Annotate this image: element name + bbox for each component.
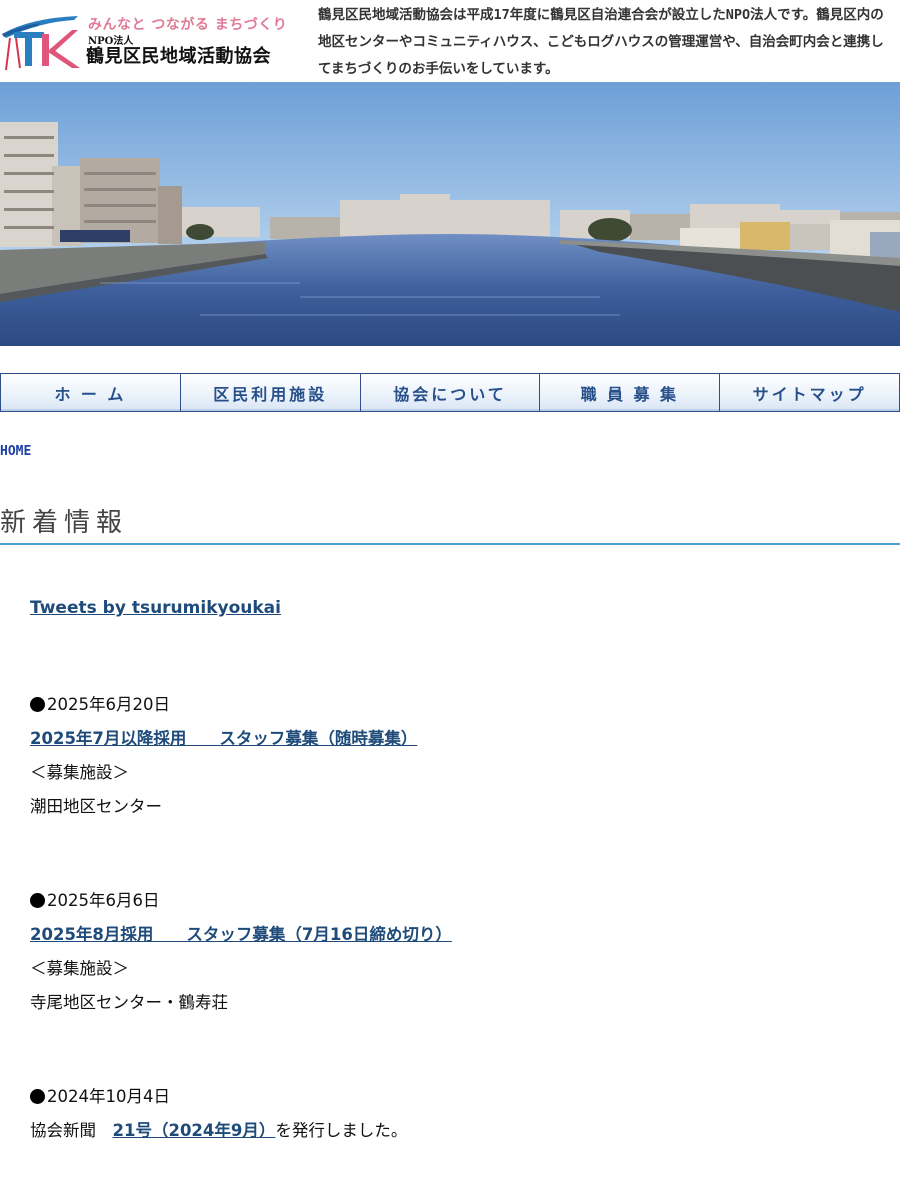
site-header: みんなと つながる まちづくり NPO法人 鶴見区民地域活動協会 鶴見区民地域活…	[0, 0, 900, 82]
nav-about[interactable]: 協会について	[360, 373, 541, 412]
nav-facilities[interactable]: 区民利用施設	[180, 373, 361, 412]
news-item: 2024年10月4日 協会新聞 21号（2024年9月）を発行しました。	[30, 1080, 407, 1148]
page-title: 新着情報	[0, 502, 900, 545]
news-link[interactable]: 2025年7月以降採用 スタッフ募集（随時募集）	[30, 729, 417, 748]
news-date: 2024年10月4日	[47, 1087, 170, 1106]
newsletter-link[interactable]: 21号（2024年9月）	[113, 1121, 276, 1140]
nav-sitemap[interactable]: サイトマップ	[720, 373, 900, 412]
header-description: 鶴見区民地域活動協会は平成17年度に鶴見区自治連合会が設立したNPO法人です。鶴…	[318, 7, 884, 77]
news-date: 2025年6月6日	[47, 891, 160, 910]
breadcrumb-home[interactable]: HOME	[0, 444, 31, 459]
news-date: 2025年6月20日	[47, 695, 170, 714]
logo-tagline: みんなと つながる まちづくり	[88, 17, 288, 33]
bullet-icon	[30, 697, 45, 712]
news-facility: 寺尾地区センター・鶴寿荘	[30, 993, 228, 1012]
nav-home[interactable]: ホ ー ム	[0, 373, 181, 412]
news-item: 2025年6月6日 2025年8月採用 スタッフ募集（7月16日締め切り） ＜募…	[30, 884, 452, 1020]
site-logo[interactable]: みんなと つながる まちづくり NPO法人 鶴見区民地域活動協会	[0, 8, 290, 72]
nav-recruit[interactable]: 職 員 募 集	[540, 373, 721, 412]
bullet-icon	[30, 893, 45, 908]
hero-river-photo	[0, 82, 900, 346]
news-suffix: を発行しました。	[275, 1121, 408, 1140]
news-label: ＜募集施設＞	[30, 763, 129, 782]
main-nav: ホ ー ム 区民利用施設 協会について 職 員 募 集 サイトマップ	[0, 373, 900, 412]
logo-org-name: 鶴見区民地域活動協会	[86, 46, 271, 67]
news-link[interactable]: 2025年8月採用 スタッフ募集（7月16日締め切り）	[30, 925, 452, 944]
news-facility: 潮田地区センター	[30, 797, 162, 816]
river-scene-image	[0, 82, 900, 346]
news-label: ＜募集施設＞	[30, 959, 129, 978]
tk-logo-icon	[2, 16, 80, 71]
news-prefix: 協会新聞	[30, 1121, 113, 1140]
tweets-link[interactable]: Tweets by tsurumikyoukai	[30, 598, 281, 618]
bullet-icon	[30, 1089, 45, 1104]
news-item: 2025年6月20日 2025年7月以降採用 スタッフ募集（随時募集） ＜募集施…	[30, 688, 417, 824]
